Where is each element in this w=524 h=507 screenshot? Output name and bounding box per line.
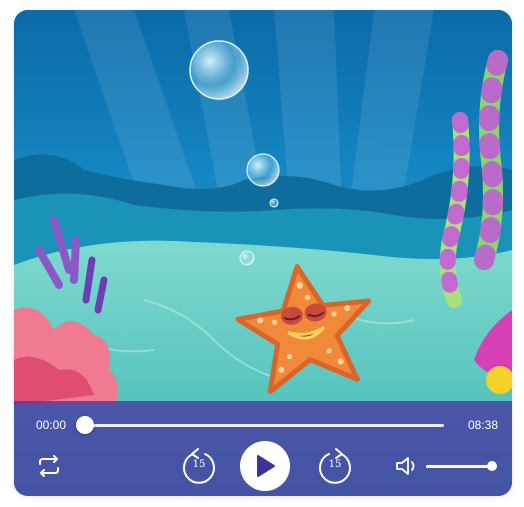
forward-seconds: 15 (328, 459, 342, 470)
video-player: 00:00 08:38 15 15 (14, 10, 512, 496)
volume-button[interactable] (394, 453, 420, 479)
volume-icon (396, 457, 415, 475)
play-button[interactable] (240, 441, 290, 491)
play-icon (257, 455, 275, 477)
rewind-button[interactable]: 15 (179, 446, 219, 486)
player-controls: 00:00 08:38 15 15 (14, 401, 512, 496)
volume-slider-track[interactable] (426, 465, 492, 468)
progress-thumb[interactable] (76, 416, 94, 434)
rewind-seconds: 15 (192, 459, 206, 470)
duration: 08:38 (467, 418, 498, 432)
progress-track[interactable] (85, 424, 444, 427)
repeat-button[interactable] (34, 451, 64, 481)
volume-slider-thumb[interactable] (487, 461, 497, 471)
repeat-icon (39, 455, 59, 477)
current-time: 00:00 (36, 418, 67, 432)
forward-button[interactable]: 15 (315, 446, 355, 486)
